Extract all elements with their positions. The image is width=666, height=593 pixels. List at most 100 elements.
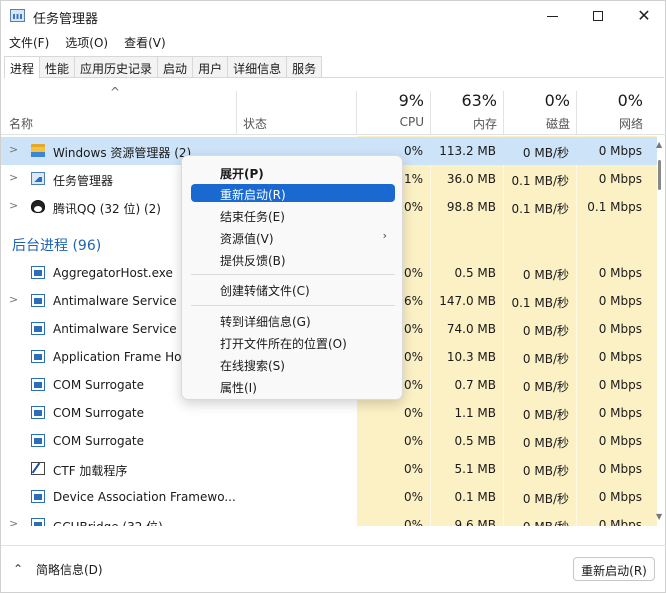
fewer-details-toggle[interactable]: 简略信息(D) — [36, 561, 103, 578]
disk-value: 0.1 MB/秒 — [511, 202, 569, 216]
menu-item-search-online[interactable]: 在线搜索(S) — [191, 355, 395, 373]
network-value: 0 Mbps — [598, 350, 642, 364]
menu-item-properties[interactable]: 属性(I) — [191, 377, 395, 395]
expand-chevron-icon[interactable]: > — [9, 171, 18, 184]
menu-item-end-task[interactable]: 结束任务(E) — [191, 206, 395, 224]
menu-divider — [191, 305, 395, 306]
network-value: 0.1 Mbps — [587, 200, 642, 214]
app-window-icon — [31, 518, 45, 526]
column-name[interactable]: 名称 — [9, 115, 33, 132]
network-value: 0 Mbps — [598, 294, 642, 308]
memory-value: 10.3 MB — [446, 350, 496, 364]
process-name: COM Surrogate — [53, 434, 145, 448]
network-value: 0 Mbps — [598, 518, 642, 526]
memory-value: 0.5 MB — [454, 266, 496, 280]
maximize-button[interactable] — [575, 1, 621, 31]
cpu-value: 0% — [403, 462, 423, 476]
cpu-value: 0% — [403, 200, 423, 214]
scroll-down-icon[interactable]: ▼ — [656, 512, 662, 521]
disk-total: 0% — [544, 91, 570, 110]
task-manager-icon — [10, 9, 25, 22]
column-disk[interactable]: 0% 磁盘 — [503, 79, 576, 135]
memory-value: 0.5 MB — [454, 434, 496, 448]
process-row[interactable]: COM Surrogate 0% 1.1 MB 0 MB/秒 0 Mbps — [1, 399, 657, 427]
process-name: CTF 加载程序 — [53, 464, 128, 478]
expand-chevron-icon[interactable]: > — [9, 293, 18, 306]
network-value: 0 Mbps — [598, 172, 642, 186]
column-network[interactable]: 0% 网络 — [576, 79, 649, 135]
ctf-icon — [31, 462, 45, 475]
tab-app-history[interactable]: 应用历史记录 — [74, 56, 159, 77]
context-menu: 展开(P) 重新启动(R) 结束任务(E) 资源值(V) › 提供反馈(B) 创… — [181, 155, 403, 400]
process-row[interactable]: CTF 加载程序 0% 5.1 MB 0 MB/秒 0 Mbps — [1, 455, 657, 483]
menu-item-resource-values[interactable]: 资源值(V) › — [191, 228, 395, 246]
column-cpu[interactable]: 9% CPU — [357, 79, 430, 135]
minimize-button[interactable] — [529, 1, 575, 31]
memory-value: 74.0 MB — [446, 322, 496, 336]
tab-processes[interactable]: 进程 — [4, 56, 41, 79]
network-value: 0 Mbps — [598, 462, 642, 476]
scroll-thumb[interactable] — [658, 160, 661, 190]
app-window-icon — [31, 378, 45, 391]
tab-performance[interactable]: 性能 — [39, 56, 76, 77]
folder-icon — [31, 144, 45, 157]
menu-options[interactable]: 选项(O) — [57, 32, 116, 52]
qq-icon — [31, 200, 45, 213]
window-title: 任务管理器 — [33, 12, 99, 27]
close-button[interactable]: ✕ — [621, 1, 666, 31]
background-processes-title: 后台进程 (96) — [12, 238, 102, 254]
process-name: COM Surrogate — [53, 378, 145, 392]
app-window-icon — [31, 322, 45, 335]
cpu-value: 0% — [403, 266, 423, 280]
minimize-icon — [546, 15, 558, 17]
tab-users[interactable]: 用户 — [192, 56, 229, 77]
memory-value: 0.7 MB — [454, 378, 496, 392]
tab-startup[interactable]: 启动 — [157, 56, 194, 77]
vertical-scrollbar[interactable]: ▲ ▼ — [655, 136, 665, 526]
memory-total: 63% — [461, 91, 497, 110]
memory-value: 5.1 MB — [454, 462, 496, 476]
tab-services[interactable]: 服务 — [286, 56, 323, 77]
menu-item-restart[interactable]: 重新启动(R) — [191, 184, 395, 202]
process-row[interactable]: Device Association Framewo... 0% 0.1 MB … — [1, 483, 657, 511]
network-value: 0 Mbps — [598, 322, 642, 336]
memory-value: 36.0 MB — [446, 172, 496, 186]
restart-button[interactable]: 重新启动(R) — [573, 557, 655, 581]
app-window-icon — [31, 266, 45, 279]
process-row[interactable]: COM Surrogate 0% 0.5 MB 0 MB/秒 0 Mbps — [1, 427, 657, 455]
menu-file[interactable]: 文件(F) — [1, 32, 57, 52]
tab-details[interactable]: 详细信息 — [227, 56, 288, 77]
process-name: AggregatorHost.exe — [53, 266, 173, 280]
expand-chevron-icon[interactable]: > — [9, 517, 18, 526]
menu-view[interactable]: 查看(V) — [116, 32, 174, 52]
app-window-icon — [31, 406, 45, 419]
chevron-up-icon[interactable]: ⌃ — [13, 562, 23, 576]
memory-value: 0.1 MB — [454, 490, 496, 504]
expand-chevron-icon[interactable]: > — [9, 199, 18, 212]
menu-item-create-dump[interactable]: 创建转储文件(C) — [191, 280, 395, 298]
menu-item-go-to-details[interactable]: 转到详细信息(G) — [191, 311, 395, 329]
process-name: Application Frame Host — [53, 350, 193, 364]
memory-value: 9.6 MB — [454, 518, 496, 526]
menu-item-expand[interactable]: 展开(P) — [191, 163, 395, 181]
network-total: 0% — [617, 91, 643, 110]
cpu-value: 0% — [403, 144, 423, 158]
menu-item-open-file-location[interactable]: 打开文件所在的位置(O) — [191, 333, 395, 351]
memory-value: 1.1 MB — [454, 406, 496, 420]
cpu-value: 6% — [403, 294, 423, 308]
app-window-icon — [31, 434, 45, 447]
disk-value: 0.1 MB/秒 — [511, 174, 569, 188]
menu-item-feedback[interactable]: 提供反馈(B) — [191, 250, 395, 268]
title-bar[interactable]: 任务管理器 ✕ — [1, 1, 666, 31]
expand-chevron-icon[interactable]: > — [9, 143, 18, 156]
network-value: 0 Mbps — [598, 266, 642, 280]
task-manager-icon — [31, 172, 45, 185]
network-value: 0 Mbps — [598, 378, 642, 392]
disk-value: 0 MB/秒 — [522, 408, 569, 422]
column-status[interactable]: 状态 — [243, 115, 267, 132]
process-row[interactable]: > GCUBridge (32 位) 0% 9.6 MB 0 MB/秒 0 Mb… — [1, 511, 657, 526]
column-memory[interactable]: 63% 内存 — [430, 79, 503, 135]
cpu-value: 0% — [403, 378, 423, 392]
disk-value: 0 MB/秒 — [522, 436, 569, 450]
scroll-up-icon[interactable]: ▲ — [656, 140, 662, 149]
